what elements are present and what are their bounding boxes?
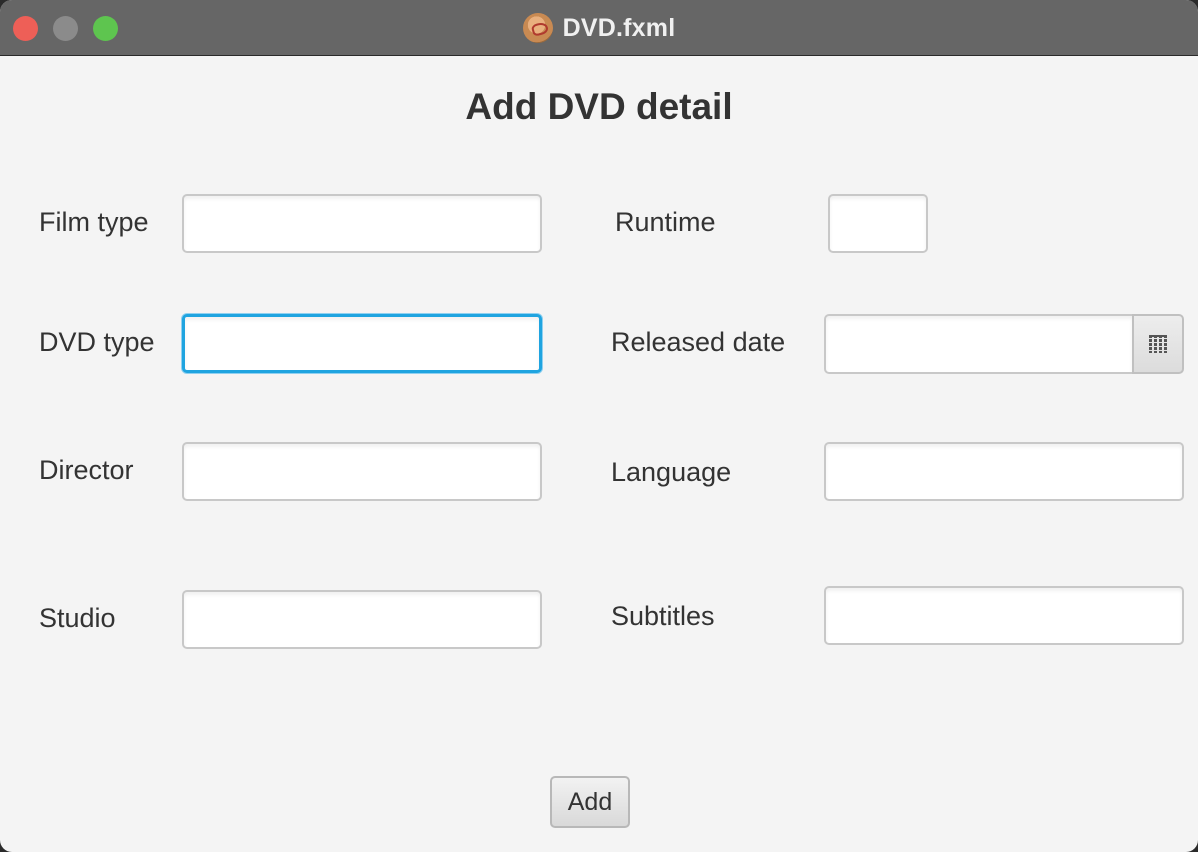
studio-input[interactable] bbox=[182, 590, 542, 649]
date-picker-button[interactable] bbox=[1132, 314, 1184, 374]
add-button[interactable]: Add bbox=[550, 776, 630, 828]
calendar-icon bbox=[1149, 335, 1167, 353]
film-type-label: Film type bbox=[39, 207, 149, 237]
app-window: DVD.fxml Add DVD detail Film type DVD ty… bbox=[0, 0, 1198, 852]
director-input[interactable] bbox=[182, 442, 542, 501]
runtime-input[interactable] bbox=[828, 194, 928, 253]
title-bar[interactable]: DVD.fxml bbox=[0, 0, 1198, 56]
dvd-app-icon bbox=[522, 13, 553, 43]
window-title: DVD.fxml bbox=[562, 13, 676, 42]
film-type-input[interactable] bbox=[182, 194, 542, 253]
dvd-type-label: DVD type bbox=[39, 327, 155, 357]
form-heading: Add DVD detail bbox=[465, 86, 733, 127]
director-label: Director bbox=[39, 455, 134, 485]
studio-label: Studio bbox=[39, 603, 116, 633]
title-group: DVD.fxml bbox=[0, 0, 1198, 56]
runtime-label: Runtime bbox=[615, 207, 716, 237]
subtitles-label: Subtitles bbox=[611, 601, 715, 631]
subtitles-input[interactable] bbox=[824, 586, 1184, 645]
language-input[interactable] bbox=[824, 442, 1184, 501]
released-date-input[interactable] bbox=[824, 314, 1134, 374]
language-label: Language bbox=[611, 457, 732, 487]
dvd-type-input[interactable] bbox=[182, 314, 542, 373]
released-date-label: Released date bbox=[611, 327, 786, 357]
